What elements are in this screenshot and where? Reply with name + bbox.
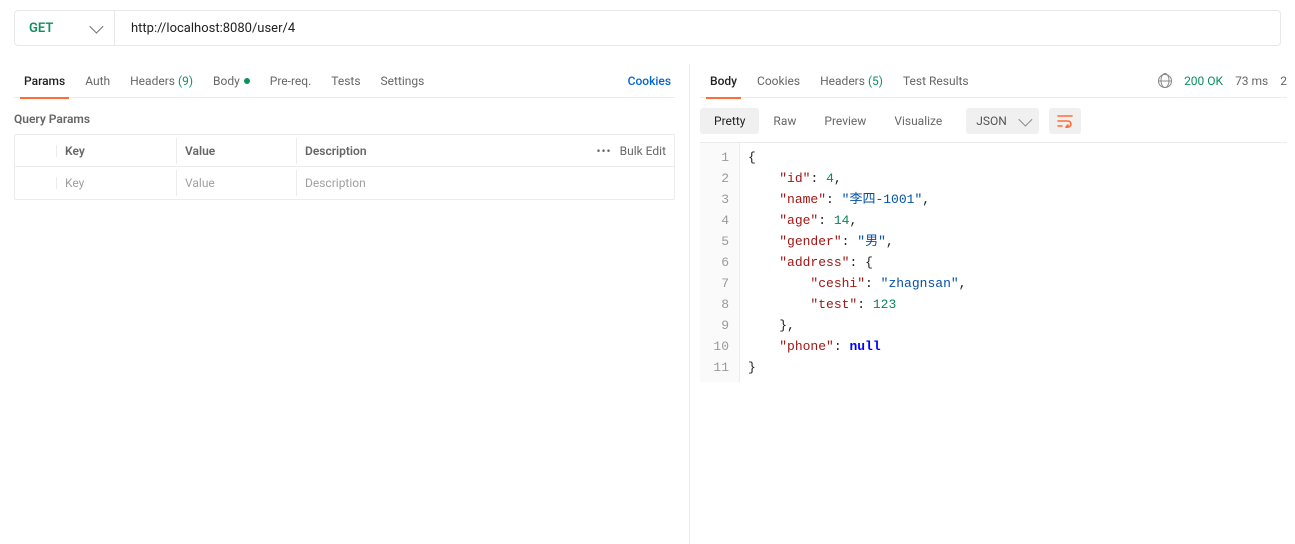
resp-tab-body[interactable]: Body [700,64,747,98]
resp-tab-headers-label: Headers [820,74,865,88]
resp-tab-test-results-label: Test Results [903,74,969,88]
wrap-icon [1057,114,1073,128]
format-select[interactable]: JSON [966,108,1039,134]
http-method-label: GET [29,21,53,36]
resp-tab-headers-count: (5) [868,74,883,88]
format-label: JSON [976,114,1007,128]
table-row: Key Value Description [15,167,674,199]
request-panel: Params Auth Headers (9) Body Pre-req. Te… [0,64,690,544]
bulk-edit-link[interactable]: Bulk Edit [620,144,666,158]
cookies-link[interactable]: Cookies [624,74,675,88]
body-toolbar: Pretty Raw Preview Visualize JSON [700,98,1287,142]
body-active-dot-icon [244,78,250,84]
tab-params[interactable]: Params [14,64,75,98]
status-cluster: 200 OK 73 ms 2 [1158,74,1287,88]
qp-check-header [15,145,57,157]
response-body-code: 1234567891011 { "id": 4, "name": "李四-100… [700,142,1287,382]
qp-value-input[interactable]: Value [177,170,297,196]
more-icon[interactable]: ••• [596,144,611,158]
qp-check-cell[interactable] [15,177,57,189]
qp-desc-input[interactable]: Description [297,170,674,196]
http-method-select[interactable]: GET [15,11,115,45]
cookies-link-label: Cookies [628,74,671,88]
resp-tab-test-results[interactable]: Test Results [893,64,979,98]
tab-params-label: Params [24,74,65,88]
tab-body-label: Body [213,74,240,88]
tab-tests-label: Tests [331,74,360,88]
tab-settings-label: Settings [381,74,425,88]
tab-auth-label: Auth [85,74,110,88]
status-time: 73 ms [1235,74,1268,88]
tab-prereq-label: Pre-req. [270,74,312,88]
view-visualize-button[interactable]: Visualize [880,108,956,134]
code-gutter: 1234567891011 [700,143,740,382]
resp-tab-headers[interactable]: Headers (5) [810,64,893,98]
response-panel: Body Cookies Headers (5) Test Results 20… [690,64,1295,544]
resp-tab-cookies-label: Cookies [757,74,800,88]
view-mode-segment: Pretty Raw Preview Visualize [700,108,956,134]
code-content[interactable]: { "id": 4, "name": "李四-1001", "age": 14,… [740,143,974,382]
qp-key-input[interactable]: Key [57,170,177,196]
tab-headers[interactable]: Headers (9) [120,64,203,98]
tab-auth[interactable]: Auth [75,64,120,98]
chevron-down-icon [1018,113,1032,127]
view-pretty-button[interactable]: Pretty [700,108,759,134]
response-tabs: Body Cookies Headers (5) Test Results 20… [700,64,1287,98]
tab-tests[interactable]: Tests [321,64,370,98]
query-params-title: Query Params [14,112,675,126]
resp-tab-cookies[interactable]: Cookies [747,64,810,98]
tab-settings[interactable]: Settings [371,64,435,98]
globe-icon[interactable] [1158,74,1172,88]
view-raw-button[interactable]: Raw [759,108,810,134]
request-bar: GET http://localhost:8080/user/4 [14,10,1281,46]
status-code: 200 OK [1184,74,1223,88]
url-text: http://localhost:8080/user/4 [131,21,295,36]
tab-prereq[interactable]: Pre-req. [260,64,322,98]
tab-headers-count: (9) [178,74,193,88]
wrap-lines-button[interactable] [1049,108,1081,134]
url-input[interactable]: http://localhost:8080/user/4 [115,11,1280,45]
qp-key-header: Key [57,138,177,164]
view-preview-button[interactable]: Preview [810,108,880,134]
qp-value-header: Value [177,138,297,164]
qp-desc-header: Description [297,138,614,164]
tab-body[interactable]: Body [203,64,260,98]
chevron-down-icon [89,20,103,34]
resp-tab-body-label: Body [710,74,737,88]
query-params-table: Key Value Description ••• Bulk Edit Key … [14,134,675,200]
tab-headers-label: Headers [130,74,175,88]
request-tabs: Params Auth Headers (9) Body Pre-req. Te… [14,64,675,98]
status-size: 2 [1280,74,1287,88]
